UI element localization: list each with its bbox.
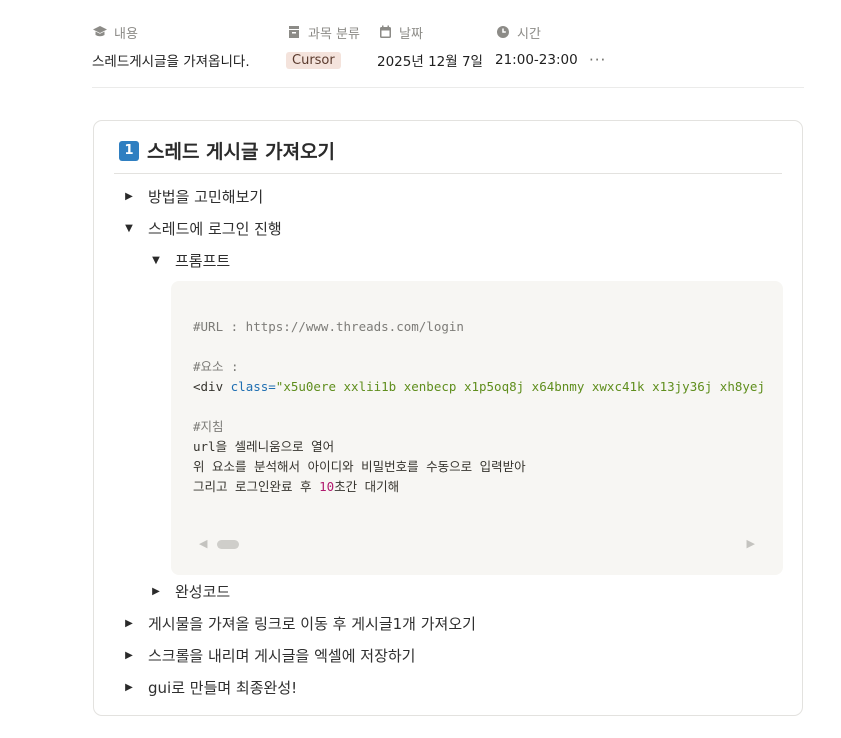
toggle-item[interactable]: ▶ 완성코드 [149, 581, 230, 602]
heading-divider [114, 173, 782, 174]
toggle-label: 프롬프트 [175, 252, 231, 270]
code-token: "x5u0ere xxlii1b xenbecp x1p5oq8j x64bnm… [275, 379, 765, 394]
toggle-item[interactable]: ▶ gui로 만들며 최종완성! [122, 677, 297, 698]
code-line: #요소 : [193, 359, 239, 374]
code-token: <div [193, 379, 231, 394]
property-time-label: 시간 [517, 26, 541, 42]
property-content-label: 내용 [114, 26, 138, 42]
toggle-label: 완성코드 [175, 583, 231, 601]
code-line: #URL : https://www.threads.com/login [193, 319, 464, 334]
toggle-item[interactable]: ▶ 스크롤을 내리며 게시글을 엑셀에 저장하기 [122, 645, 415, 666]
code-block[interactable]: #URL : https://www.threads.com/login #요소… [171, 281, 783, 575]
property-date[interactable]: 날짜 2025년 12월 7일 [377, 20, 483, 71]
properties-table: 내용 스레드게시글을 가져옵니다. 과목 분류 Cursor 날짜 2025년 … [92, 20, 804, 88]
calendar-icon [377, 24, 393, 40]
property-subject-label: 과목 분류 [308, 26, 360, 42]
toggle-item[interactable]: ▶ 게시물을 가져올 링크로 이동 후 게시글1개 가져오기 [122, 613, 476, 634]
toggle-label: 게시물을 가져올 링크로 이동 후 게시글1개 가져오기 [148, 615, 476, 633]
property-content[interactable]: 내용 스레드게시글을 가져옵니다. [92, 20, 250, 71]
callout-card: 1 스레드 게시글 가져오기 ▶ 방법을 고민해보기 ▼ 스레드에 로그인 진행… [93, 120, 803, 716]
toggle-label: 방법을 고민해보기 [148, 188, 264, 206]
property-content-header: 내용 [92, 20, 250, 44]
horizontal-scrollbar[interactable]: ◀ ▶ [195, 537, 759, 551]
property-subject-value[interactable]: Cursor [286, 49, 360, 71]
toggle-item[interactable]: ▼ 스레드에 로그인 진행 [122, 218, 282, 239]
property-date-value[interactable]: 2025년 12월 7일 [377, 49, 483, 71]
scroll-left-icon[interactable]: ◀ [199, 537, 207, 550]
toggle-label: 스크롤을 내리며 게시글을 엑셀에 저장하기 [148, 647, 416, 665]
archive-icon [286, 24, 302, 40]
property-time[interactable]: 시간 21:00-23:00 [495, 20, 578, 71]
triangle-right-icon[interactable]: ▶ [122, 191, 136, 202]
code-token: 그리고 로그인완료 후 [193, 479, 320, 494]
code-token: 초간 대기해 [334, 479, 400, 494]
property-date-header: 날짜 [377, 20, 483, 44]
property-time-value[interactable]: 21:00-23:00 [495, 49, 578, 71]
scroll-right-icon[interactable]: ▶ [747, 537, 755, 550]
toggle-item[interactable]: ▼ 프롬프트 [149, 250, 230, 271]
subject-tag[interactable]: Cursor [286, 51, 341, 69]
code-token: 10 [319, 479, 335, 494]
section-heading: 1 스레드 게시글 가져오기 [119, 137, 335, 164]
section-title: 스레드 게시글 가져오기 [147, 141, 336, 163]
triangle-down-icon[interactable]: ▼ [122, 223, 136, 234]
property-content-value[interactable]: 스레드게시글을 가져옵니다. [92, 49, 250, 71]
toggle-item[interactable]: ▶ 방법을 고민해보기 [122, 186, 263, 207]
graduation-cap-icon [92, 24, 108, 40]
triangle-down-icon[interactable]: ▼ [149, 255, 163, 266]
clock-icon [495, 24, 511, 40]
more-options-button[interactable]: ··· [589, 49, 607, 71]
property-date-label: 날짜 [399, 26, 423, 42]
scrollbar-thumb[interactable] [217, 540, 239, 549]
property-subject-header: 과목 분류 [286, 20, 360, 44]
code-line: #지침 [193, 419, 224, 434]
number-badge: 1 [119, 140, 139, 161]
toggle-label: gui로 만들며 최종완성! [148, 679, 298, 697]
triangle-right-icon[interactable]: ▶ [149, 586, 163, 597]
triangle-right-icon[interactable]: ▶ [122, 682, 136, 693]
code-token: class= [230, 379, 276, 394]
toggle-label: 스레드에 로그인 진행 [148, 220, 282, 238]
property-time-header: 시간 [495, 20, 578, 44]
code-line: url을 셀레니움으로 열어 [193, 439, 335, 454]
property-subject[interactable]: 과목 분류 Cursor [286, 20, 360, 71]
code-line: 위 요소를 분석해서 아이디와 비밀번호를 수동으로 입력받아 [193, 459, 526, 474]
triangle-right-icon[interactable]: ▶ [122, 618, 136, 629]
triangle-right-icon[interactable]: ▶ [122, 650, 136, 661]
code-content[interactable]: #URL : https://www.threads.com/login #요소… [193, 317, 765, 497]
